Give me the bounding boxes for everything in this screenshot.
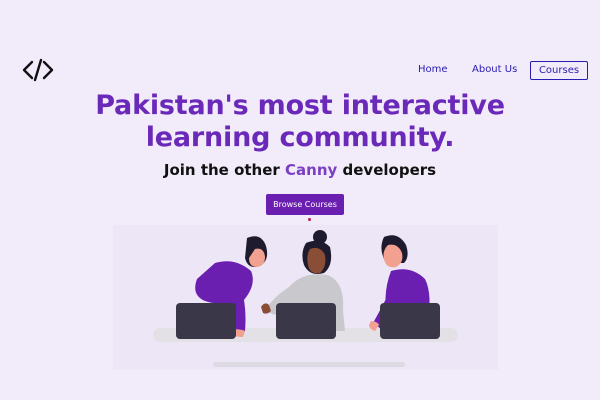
nav-courses-button[interactable]: Courses	[530, 61, 588, 80]
hero-headline-line2: learning community.	[145, 122, 455, 153]
team-illustration-graphic	[153, 230, 458, 367]
subtitle-suffix: developers	[337, 161, 437, 179]
hero-subtitle: Join the other Canny developers	[0, 161, 600, 179]
browse-courses-button[interactable]: Browse Courses	[266, 194, 344, 215]
nav-link-about[interactable]: About Us	[472, 60, 517, 80]
team-working-laptops-illustration	[113, 225, 498, 370]
subtitle-brand: Canny	[285, 161, 338, 179]
top-navigation: Home About Us Courses	[0, 60, 600, 80]
nav-link-home[interactable]: Home	[418, 60, 448, 80]
subtitle-prefix: Join the other	[163, 161, 286, 179]
hero-headline-line1: Pakistan's most interactive	[95, 90, 505, 121]
hero-headline: Pakistan's most interactive learning com…	[0, 90, 600, 154]
button-focus-dot	[308, 218, 311, 221]
